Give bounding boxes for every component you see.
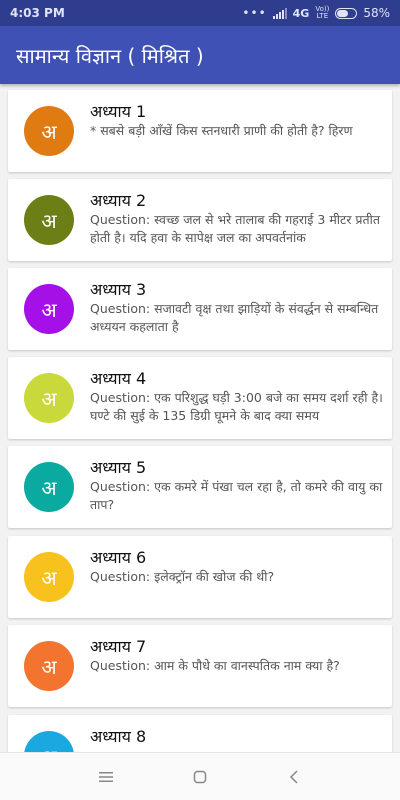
- menu-icon[interactable]: [94, 765, 118, 789]
- volte-bottom-label: LTE: [316, 12, 329, 20]
- list-item[interactable]: अ अध्याय 7 Question: आम के पौधे का वानस्पत…: [8, 625, 392, 707]
- status-time: 4:03 PM: [10, 6, 65, 20]
- system-nav-bar: [0, 752, 400, 800]
- list-item[interactable]: अ अध्याय 1 * सबसे बड़ी आँखें किस स्तनधारी …: [8, 90, 392, 172]
- list-item[interactable]: अ अध्याय 8: [8, 715, 392, 752]
- list-item[interactable]: अ अध्याय 4 Question: एक परिशुद्ध घड़ी 3:00…: [8, 357, 392, 439]
- chapter-avatar: अ: [24, 552, 74, 602]
- chapter-title: अध्याय 1: [90, 102, 147, 121]
- chapter-title: अध्याय 4: [90, 369, 147, 388]
- chapter-title: अध्याय 3: [90, 280, 147, 299]
- status-icons: ••• 4G Vo)) LTE 58%: [242, 6, 390, 21]
- home-icon[interactable]: [188, 765, 212, 789]
- chapter-avatar: अ: [24, 106, 74, 156]
- chapter-avatar: अ: [24, 284, 74, 334]
- chapter-preview: Question: एक परिशुद्ध घड़ी 3:00 बजे का स…: [90, 390, 383, 423]
- network-type: 4G: [292, 6, 310, 20]
- signal-icon: [272, 7, 287, 19]
- chapter-preview: Question: इलेक्ट्रॉन की खोज की थी?: [90, 569, 275, 584]
- battery-fill: [337, 9, 348, 17]
- chapter-title: अध्याय 5: [90, 458, 147, 477]
- chapter-title: अध्याय 6: [90, 548, 147, 567]
- list-item[interactable]: अ अध्याय 2 Question: स्वच्छ जल से भरे ताला…: [8, 179, 392, 261]
- page-title: सामान्य विज्ञान ( मिश्रित ): [16, 43, 204, 68]
- app-bar: सामान्य विज्ञान ( मिश्रित ): [0, 26, 400, 84]
- chapter-avatar: अ: [24, 641, 74, 691]
- battery-icon: [335, 7, 358, 19]
- more-dots-icon: •••: [242, 6, 267, 20]
- chapter-title: अध्याय 8: [90, 727, 147, 746]
- chapter-avatar: अ: [24, 195, 74, 245]
- chapter-list[interactable]: अ अध्याय 1 * सबसे बड़ी आँखें किस स्तनधारी …: [0, 84, 400, 752]
- status-bar: 4:03 PM ••• 4G Vo)) LTE 58%: [0, 0, 400, 26]
- chapter-title: अध्याय 2: [90, 191, 147, 210]
- back-icon[interactable]: [282, 765, 306, 789]
- chapter-avatar: अ: [24, 373, 74, 423]
- list-item[interactable]: अ अध्याय 6 Question: इलेक्ट्रॉन की खोज की …: [8, 536, 392, 618]
- chapter-avatar: अ: [24, 462, 74, 512]
- volte-icon: Vo)) LTE: [315, 6, 329, 20]
- chapter-preview: Question: आम के पौधे का वानस्पतिक नाम क्…: [90, 658, 340, 673]
- chapter-preview: Question: सजावटी वृक्ष तथा झाड़ियों के स…: [90, 301, 379, 334]
- list-item[interactable]: अ अध्याय 5 Question: एक कमरे में पंखा चल र…: [8, 446, 392, 528]
- chapter-preview: * सबसे बड़ी आँखें किस स्तनधारी प्राणी की…: [90, 123, 353, 138]
- chapter-title: अध्याय 7: [90, 637, 147, 656]
- chapter-preview: Question: एक कमरे में पंखा चल रहा है, तो…: [90, 479, 383, 512]
- list-item[interactable]: अ अध्याय 3 Question: सजावटी वृक्ष तथा झाड़…: [8, 268, 392, 350]
- chapter-avatar: अ: [24, 731, 74, 752]
- chapter-preview: Question: स्वच्छ जल से भरे तालाब की गहरा…: [90, 212, 381, 245]
- battery-percent: 58%: [363, 6, 390, 20]
